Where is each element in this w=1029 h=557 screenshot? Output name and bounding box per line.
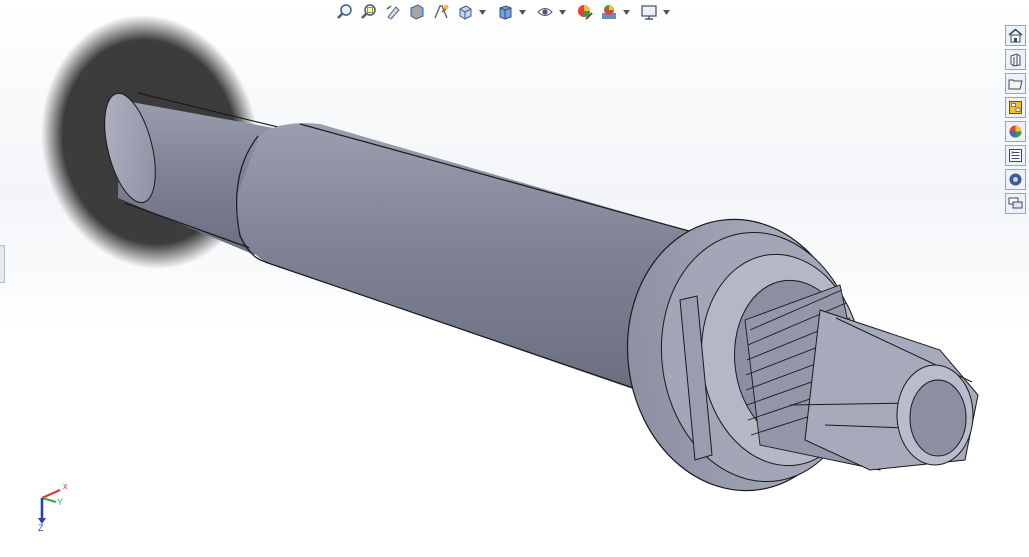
view-orientation-icon[interactable] <box>454 1 476 23</box>
custom-properties-icon[interactable] <box>1005 145 1026 166</box>
feedback-icon[interactable] <box>1005 193 1026 214</box>
file-explorer-icon[interactable] <box>1005 73 1026 94</box>
reference-triad: x Y Z <box>38 481 68 532</box>
hide-show-items-dropdown-caret[interactable] <box>558 1 566 23</box>
model-view[interactable] <box>0 0 1029 552</box>
apply-scene-icon[interactable] <box>598 1 620 23</box>
collet-tip <box>789 309 979 471</box>
view-settings-dropdown-caret[interactable] <box>662 1 670 23</box>
design-library-icon[interactable] <box>1005 49 1026 70</box>
graphics-area[interactable]: x Y Z <box>0 0 1029 552</box>
task-pane-tabs <box>1005 25 1027 214</box>
previous-view-icon[interactable] <box>382 1 404 23</box>
view-palette-icon[interactable] <box>1005 97 1026 118</box>
zoom-to-area-icon[interactable] <box>358 1 380 23</box>
triad-x-label: x <box>63 481 68 491</box>
apply-scene-dropdown-caret[interactable] <box>622 1 630 23</box>
solidworks-forum-icon[interactable] <box>1005 169 1026 190</box>
feature-manager-collapse-tab[interactable] <box>0 245 5 283</box>
hide-show-items-icon[interactable] <box>534 1 556 23</box>
heads-up-view-toolbar <box>334 0 670 24</box>
dynamic-annotation-icon[interactable] <box>430 1 452 23</box>
edit-appearance-icon[interactable] <box>574 1 596 23</box>
display-style-icon[interactable] <box>494 1 516 23</box>
solidworks-resources-icon[interactable] <box>1005 25 1026 46</box>
zoom-to-fit-icon[interactable] <box>334 1 356 23</box>
triad-y-axis <box>41 496 57 504</box>
appearances-scenes-icon[interactable] <box>1005 121 1026 142</box>
triad-z-label: Z <box>38 523 44 532</box>
view-orientation-dropdown-caret[interactable] <box>478 1 486 23</box>
display-style-dropdown-caret[interactable] <box>518 1 526 23</box>
view-settings-icon[interactable] <box>638 1 660 23</box>
section-view-icon[interactable] <box>406 1 428 23</box>
triad-y-label: Y <box>57 497 63 507</box>
